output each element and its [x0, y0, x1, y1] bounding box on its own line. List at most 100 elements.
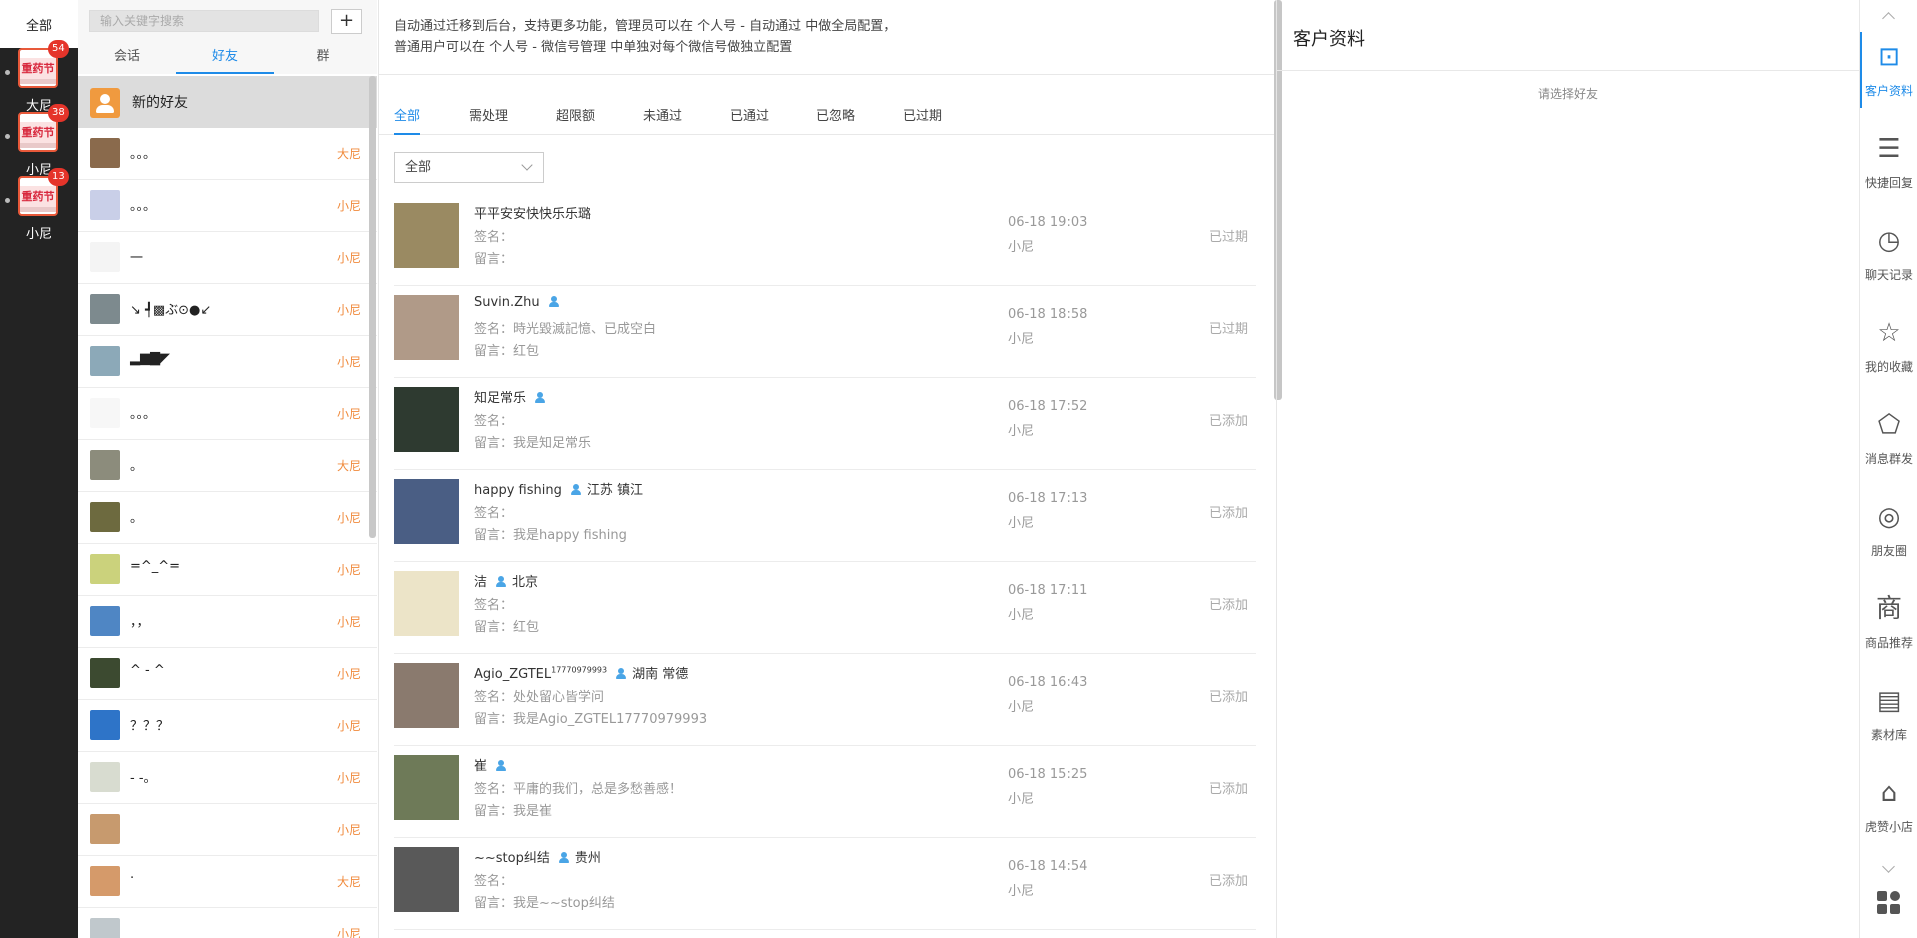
scroll-down-icon[interactable]	[1882, 860, 1895, 873]
request-signature: 签名：	[474, 506, 514, 521]
friend-name: ，，	[130, 615, 150, 630]
request-account: 小尼	[1008, 332, 1035, 347]
tool-material[interactable]: ▤ 素材库	[1860, 676, 1917, 756]
friend-row[interactable]: 小尼	[78, 908, 377, 938]
request-message: 留言：	[474, 252, 514, 267]
tab-ignored[interactable]: 已忽略	[816, 105, 855, 135]
material-icon: ▤	[1876, 686, 1902, 716]
tool-star[interactable]: ☆ 我的收藏	[1860, 308, 1917, 388]
moments-icon: ◎	[1877, 502, 1901, 532]
friend-account-tag: 大尼	[336, 147, 361, 161]
friend-request-row[interactable]: 平平安安快快乐乐璐 签名： 留言： 06-18 19:03 小尼 已过期	[394, 194, 1256, 286]
friend-row[interactable]: 。。。 小尼	[78, 388, 377, 440]
friend-name: ？？？	[130, 719, 170, 734]
tab-not-passed[interactable]: 未通过	[643, 105, 682, 135]
friend-request-row[interactable]: Suvin.Zhu 签名：時光毀滅記憶、已成空白 留言：红包 06-18 18:…	[394, 286, 1256, 378]
customer-title: 客户资料	[1293, 29, 1365, 50]
account-logo-text: 重药节	[20, 122, 56, 144]
request-name: happy fishing	[474, 483, 562, 498]
friend-request-row[interactable]: ~~stop纠结 贵州 签名： 留言：我是~~stop纠结 06-18 14:54…	[394, 838, 1256, 930]
search-input[interactable]: 输入关键字搜索	[89, 10, 319, 32]
scroll-up-icon[interactable]	[1882, 12, 1895, 25]
tab-pending[interactable]: 需处理	[469, 105, 508, 135]
request-signature: 签名：	[474, 230, 514, 245]
tool-list[interactable]: ☰ 快捷回复	[1860, 124, 1917, 204]
friend-request-row[interactable]: 知足常乐 签名： 留言：我是知足常乐 06-18 17:52 小尼 已添加	[394, 378, 1256, 470]
tab-passed[interactable]: 已通过	[730, 105, 769, 135]
friend-row[interactable]: · 大尼	[78, 856, 377, 908]
friend-row[interactable]: ▂▆▇◤ 小尼	[78, 336, 377, 388]
tool-label: 我的收藏	[1864, 360, 1913, 374]
friend-avatar	[90, 866, 120, 896]
person-icon	[558, 852, 569, 863]
request-status: 已添加	[1208, 598, 1248, 613]
request-avatar	[394, 203, 459, 268]
friend-request-row[interactable]: Agio_ZGTEL17770979993 湖南 常德 签名：处处留心皆学问 留言…	[394, 654, 1256, 746]
friend-avatar	[90, 398, 120, 428]
friend-row[interactable]: =^_^= 小尼	[78, 544, 377, 596]
star-icon: ☆	[1877, 318, 1901, 348]
person-icon	[496, 576, 507, 587]
friend-request-row[interactable]: happy fishing 江苏 镇江 签名： 留言：我是happy fishin…	[394, 470, 1256, 562]
request-avatar	[394, 847, 459, 912]
tool-pentagon[interactable]: ⬠ 消息群发	[1860, 400, 1917, 480]
tool-store[interactable]: ⌂ 虎赞小店	[1860, 768, 1917, 848]
list-scrollbar[interactable]	[369, 76, 376, 538]
request-signature: 签名：時光毀滅記憶、已成空白	[474, 322, 657, 337]
request-status: 已添加	[1208, 506, 1248, 521]
friend-avatar	[90, 658, 120, 688]
new-friends-label: 新的好友	[132, 95, 188, 111]
tool-label: 聊天记录	[1864, 268, 1913, 282]
new-friends-item[interactable]: 新的好友	[78, 76, 377, 128]
all-accounts-button[interactable]: 全部	[0, 0, 78, 48]
friend-request-row[interactable]: 洁 北京 签名： 留言：红包 06-18 17:11 小尼 已添加	[394, 562, 1256, 654]
filter-select[interactable]: 全部	[394, 152, 544, 183]
friend-row[interactable]: ？？？ 小尼	[78, 700, 377, 752]
request-name: Agio_ZGTEL	[474, 667, 552, 682]
tab-conversations[interactable]: 会话	[78, 44, 176, 74]
account-name: 小尼	[25, 227, 52, 242]
friend-row[interactable]: ↘ ┩▩ぶ⊙●↙ 小尼	[78, 284, 377, 336]
request-message: 留言：我是~~stop纠结	[474, 896, 615, 911]
tool-label: 商品推荐	[1864, 636, 1913, 650]
tab-friends[interactable]: 好友	[176, 44, 274, 74]
apps-grid-icon[interactable]	[1877, 891, 1901, 915]
friend-row[interactable]: 。。。 大尼	[78, 128, 377, 180]
friend-row[interactable]: 一 小尼	[78, 232, 377, 284]
account-item[interactable]: 重药节 54 大尼	[0, 40, 78, 114]
store-icon: ⌂	[1880, 778, 1898, 808]
request-location: 贵州	[574, 851, 601, 866]
add-button[interactable]: +	[331, 9, 362, 34]
request-account: 小尼	[1008, 608, 1035, 623]
request-time: 06-18 16:43	[1008, 675, 1088, 690]
friend-name: 。。。	[130, 147, 157, 162]
friend-row[interactable]: ^ - ^ 小尼	[78, 648, 377, 700]
tab-groups[interactable]: 群	[274, 44, 372, 74]
friend-row[interactable]: 。。。 小尼	[78, 180, 377, 232]
friend-row[interactable]: 。 小尼	[78, 492, 377, 544]
friend-row[interactable]: ，， 小尼	[78, 596, 377, 648]
friend-account-tag: 小尼	[336, 511, 361, 525]
friend-requests-panel: 自动通过迁移到后台，支持更多功能，管理员可以在 个人号 - 自动通过 中做全局配…	[378, 0, 1282, 938]
tab-over-limit[interactable]: 超限额	[556, 105, 595, 135]
tool-clock[interactable]: ◷ 聊天记录	[1860, 216, 1917, 296]
account-item[interactable]: 重药节 38 小尼	[0, 104, 78, 178]
person-icon	[616, 668, 627, 679]
tab-all[interactable]: 全部	[394, 105, 421, 135]
notice-text: 自动通过迁移到后台，支持更多功能，管理员可以在 个人号 - 自动通过 中做全局配…	[394, 16, 896, 58]
friend-row[interactable]: - -。 小尼	[78, 752, 377, 804]
friend-avatar	[90, 242, 120, 272]
friend-avatar	[90, 554, 120, 584]
friend-row[interactable]: 。 大尼	[78, 440, 377, 492]
account-item[interactable]: 重药节 13 小尼	[0, 168, 78, 242]
friend-request-row[interactable]: 崔 签名：平庸的我们，总是多愁善感！ 留言：我是崔 06-18 15:25 小尼…	[394, 746, 1256, 838]
tool-contact-card[interactable]: ⊡ 客户资料	[1860, 32, 1917, 112]
friend-account-tag: 小尼	[336, 615, 361, 629]
friend-name: 。。。	[130, 407, 157, 422]
friend-account-tag: 小尼	[336, 303, 361, 317]
tab-expired[interactable]: 已过期	[903, 105, 942, 135]
request-time: 06-18 17:13	[1008, 491, 1088, 506]
friend-row[interactable]: 小尼	[78, 804, 377, 856]
tool-shop-char[interactable]: 商 商品推荐	[1860, 584, 1917, 664]
tool-moments[interactable]: ◎ 朋友圈	[1860, 492, 1917, 572]
